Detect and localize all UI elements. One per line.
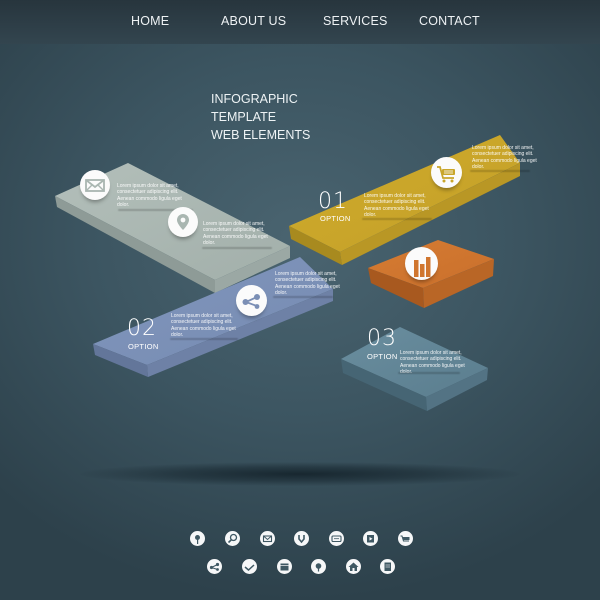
option-03-number: 03: [367, 326, 397, 351]
slabs-layer: [55, 135, 520, 411]
row1-video-icon[interactable]: [363, 531, 378, 546]
bar-chart-icon: [414, 257, 431, 277]
cart-badge: [431, 157, 462, 188]
row1-mail-icon[interactable]: [260, 531, 275, 546]
row1-message-icon[interactable]: [329, 531, 344, 546]
share-icon: [209, 562, 220, 571]
calendar-icon: [280, 563, 289, 571]
option-03-label: OPTION: [367, 352, 398, 361]
mail-icon: [262, 535, 273, 543]
gray-underline-2: [202, 247, 272, 249]
location-pin-icon: [315, 563, 322, 572]
mail-icon: [85, 179, 105, 192]
option-02-label: OPTION: [128, 342, 159, 351]
home-icon: [348, 562, 359, 571]
blue-underline-2: [273, 296, 333, 298]
blue-lorem-1: Lorem ipsum dolor sit amet, consectetuer…: [171, 313, 236, 338]
message-icon: [331, 535, 342, 543]
location-badge: [168, 207, 198, 237]
share-badge: [236, 285, 267, 316]
infographic-page: HOME ABOUT US SERVICES CONTACT INFOGRAPH…: [0, 0, 600, 600]
search-icon: [227, 533, 238, 544]
share-icon: [242, 294, 260, 309]
document-icon: [384, 562, 391, 571]
row2-calendar-icon[interactable]: [277, 559, 292, 574]
row1-download-icon[interactable]: [294, 531, 309, 546]
option-01-number: 01: [318, 189, 348, 214]
yellow-underline-1: [362, 218, 432, 220]
row2-home-icon[interactable]: [346, 559, 361, 574]
row1-search-icon[interactable]: [225, 531, 240, 546]
option-01-label: OPTION: [320, 214, 351, 223]
check-icon: [244, 564, 255, 572]
row1-cart-icon[interactable]: [398, 531, 413, 546]
shopping-cart-icon: [437, 166, 455, 183]
shopping-cart-icon: [400, 535, 410, 542]
yellow-lorem-1: Lorem ipsum dolor sit amet, consectetuer…: [364, 193, 429, 218]
chart-badge: [405, 247, 438, 280]
yellow-lorem-2: Lorem ipsum dolor sit amet, consectetuer…: [472, 145, 537, 170]
download-icon: [298, 535, 305, 544]
teal-underline: [398, 372, 460, 374]
floor-shadow: [80, 462, 520, 486]
row2-document-icon[interactable]: [380, 559, 395, 574]
gray-lorem-1: Lorem ipsum dolor sit amet, consectetuer…: [117, 183, 182, 208]
row2-check-icon[interactable]: [242, 559, 257, 574]
video-icon: [367, 535, 374, 543]
row2-share-icon[interactable]: [207, 559, 222, 574]
option-02-number: 02: [127, 316, 157, 341]
location-pin-icon: [177, 214, 189, 230]
user-icon: [195, 535, 200, 544]
yellow-underline-2: [470, 170, 530, 172]
row1-user-icon[interactable]: [190, 531, 205, 546]
blue-lorem-2: Lorem ipsum dolor sit amet, consectetuer…: [275, 271, 340, 296]
blue-underline-1: [170, 338, 238, 340]
row2-location-icon[interactable]: [311, 559, 326, 574]
gray-lorem-2: Lorem ipsum dolor sit amet, consectetuer…: [203, 221, 268, 246]
mail-icon-badge: [80, 170, 110, 200]
